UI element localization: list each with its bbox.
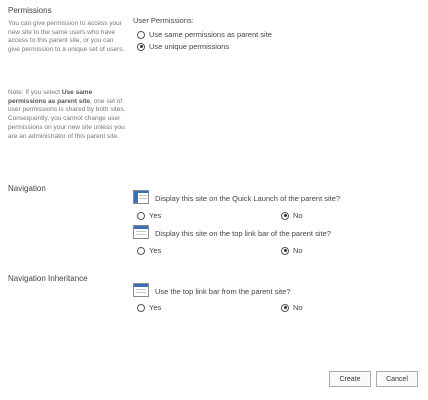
top-link-yes-radio[interactable] (137, 246, 145, 255)
top-link-no-radio[interactable] (281, 246, 289, 255)
inherit-no-label: No (293, 303, 303, 312)
top-link-no-label: No (293, 246, 303, 255)
inherit-yes-radio[interactable] (137, 303, 145, 312)
same-permissions-option[interactable]: Use same permissions as parent site (137, 30, 272, 39)
inherit-no-radio[interactable] (281, 303, 289, 312)
permissions-section-title: Permissions (8, 6, 52, 15)
unique-permissions-label: Use unique permissions (149, 42, 230, 51)
inherit-yes-option[interactable]: Yes (137, 303, 161, 312)
inherit-top-link-question: Use the top link bar from the parent sit… (155, 287, 291, 296)
unique-permissions-radio[interactable] (137, 42, 145, 51)
quick-launch-no-option[interactable]: No (281, 211, 303, 220)
create-button[interactable]: Create (329, 371, 371, 387)
user-permissions-label: User Permissions: (133, 16, 194, 25)
quick-launch-question: Display this site on the Quick Launch of… (155, 194, 341, 203)
quick-launch-yes-option[interactable]: Yes (137, 211, 161, 220)
navigation-section-title: Navigation (8, 184, 46, 193)
top-link-question: Display this site on the top link bar of… (155, 229, 331, 238)
quick-launch-no-radio[interactable] (281, 211, 289, 220)
top-link-yes-label: Yes (149, 246, 162, 255)
top-link-yes-option[interactable]: Yes (137, 246, 161, 255)
quick-launch-yes-label: Yes (149, 211, 162, 220)
quick-launch-icon (133, 190, 149, 204)
inherit-no-option[interactable]: No (281, 303, 303, 312)
quick-launch-no-label: No (293, 211, 303, 220)
same-permissions-radio[interactable] (137, 30, 145, 39)
unique-permissions-option[interactable]: Use unique permissions (137, 42, 229, 51)
top-link-bar-icon (133, 225, 149, 239)
same-permissions-label: Use same permissions as parent site (149, 30, 272, 39)
permissions-note-prefix: Note: If you select (8, 89, 62, 96)
top-link-no-option[interactable]: No (281, 246, 303, 255)
permissions-description: You can give permission to access your n… (8, 20, 125, 54)
quick-launch-yes-radio[interactable] (137, 211, 145, 220)
cancel-button[interactable]: Cancel (376, 371, 418, 387)
inherit-yes-label: Yes (149, 303, 162, 312)
permissions-note: Note: If you select Use same permissions… (8, 89, 126, 141)
navigation-inheritance-section-title: Navigation Inheritance (8, 274, 88, 283)
inherit-top-link-bar-icon (133, 283, 149, 297)
